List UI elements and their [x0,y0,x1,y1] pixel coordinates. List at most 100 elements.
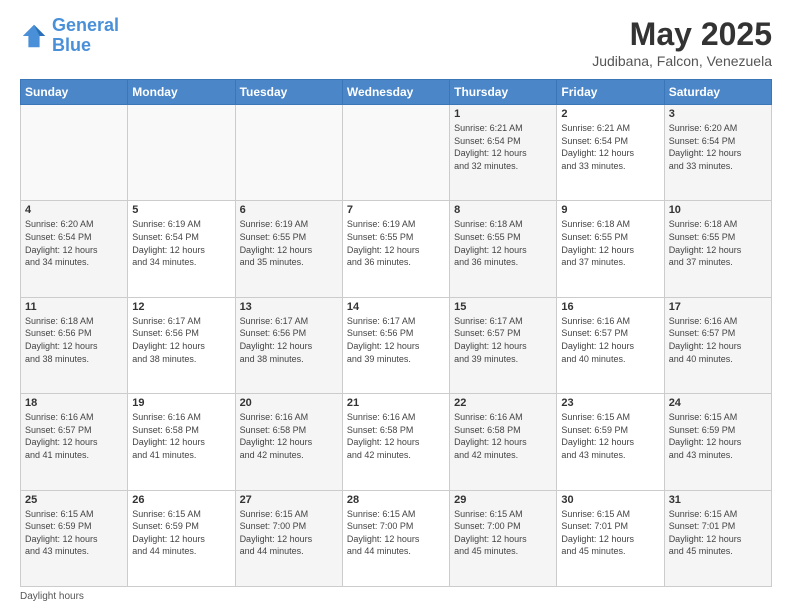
logo-blue: Blue [52,35,91,55]
week-row-3: 18Sunrise: 6:16 AM Sunset: 6:57 PM Dayli… [21,394,772,490]
day-info: Sunrise: 6:15 AM Sunset: 7:00 PM Dayligh… [454,508,552,558]
day-number: 2 [561,108,659,120]
calendar-cell: 4 Sunrise: 6:20 AM Sunset: 6:54 PM Daylig… [21,201,128,297]
calendar-cell: 23 Sunrise: 6:15 AM Sunset: 6:59 PM Dayli… [557,394,664,490]
day-number: 7 [347,204,445,216]
calendar-cell: 5 Sunrise: 6:19 AM Sunset: 6:54 PM Daylig… [128,201,235,297]
day-info: Sunrise: 6:18 AM Sunset: 6:55 PM Dayligh… [454,218,552,268]
day-number: 12 [132,301,230,313]
calendar-cell [128,105,235,201]
logo: General Blue [20,16,119,56]
day-number: 29 [454,494,552,506]
day-info: Sunrise: 6:21 AM Sunset: 6:54 PM Dayligh… [561,122,659,172]
day-number: 5 [132,204,230,216]
day-number: 9 [561,204,659,216]
weekday-header-thursday: Thursday [450,80,557,105]
day-number: 28 [347,494,445,506]
calendar-cell [342,105,449,201]
title-block: May 2025 Judibana, Falcon, Venezuela [592,16,772,69]
calendar-cell: 13Sunrise: 6:17 AM Sunset: 6:56 PM Dayli… [235,297,342,393]
weekday-header-sunday: Sunday [21,80,128,105]
day-number: 26 [132,494,230,506]
day-number: 4 [25,204,123,216]
day-info: Sunrise: 6:20 AM Sunset: 6:54 PM Dayligh… [25,218,123,268]
day-info: Sunrise: 6:15 AM Sunset: 7:01 PM Dayligh… [561,508,659,558]
day-number: 17 [669,301,767,313]
day-number: 18 [25,397,123,409]
day-number: 25 [25,494,123,506]
calendar-table: SundayMondayTuesdayWednesdayThursdayFrid… [20,79,772,587]
weekday-header-row: SundayMondayTuesdayWednesdayThursdayFrid… [21,80,772,105]
calendar-cell: 17 Sunrise: 6:16 AM Sunset: 6:57 PM Dayli… [664,297,771,393]
day-info: Sunrise: 6:16 AM Sunset: 6:57 PM Dayligh… [561,315,659,365]
day-number: 23 [561,397,659,409]
day-info: Sunrise: 6:15 AM Sunset: 7:00 PM Dayligh… [240,508,338,558]
page: General Blue May 2025 Judibana, Falcon, … [0,0,792,612]
day-info: Sunrise: 6:15 AM Sunset: 6:59 PM Dayligh… [561,411,659,461]
logo-icon [20,22,48,50]
day-info: Sunrise: 6:18 AM Sunset: 6:55 PM Dayligh… [669,218,767,268]
day-info: Sunrise: 6:15 AM Sunset: 6:59 PM Dayligh… [25,508,123,558]
day-info: Sunrise: 6:18 AM Sunset: 6:55 PM Dayligh… [561,218,659,268]
calendar-cell: 11 Sunrise: 6:18 AM Sunset: 6:56 PM Dayli… [21,297,128,393]
day-info: Sunrise: 6:15 AM Sunset: 7:00 PM Dayligh… [347,508,445,558]
day-number: 21 [347,397,445,409]
week-row-0: 1 Sunrise: 6:21 AM Sunset: 6:54 PM Daylig… [21,105,772,201]
day-number: 1 [454,108,552,120]
day-info: Sunrise: 6:15 AM Sunset: 7:01 PM Dayligh… [669,508,767,558]
calendar-cell: 14 Sunrise: 6:17 AM Sunset: 6:56 PM Dayli… [342,297,449,393]
calendar-cell: 28 Sunrise: 6:15 AM Sunset: 7:00 PM Dayli… [342,490,449,586]
day-number: 19 [132,397,230,409]
calendar-cell: 3Sunrise: 6:20 AM Sunset: 6:54 PM Daylig… [664,105,771,201]
calendar-cell [235,105,342,201]
calendar-cell: 31 Sunrise: 6:15 AM Sunset: 7:01 PM Dayli… [664,490,771,586]
calendar-cell: 9 Sunrise: 6:18 AM Sunset: 6:55 PM Daylig… [557,201,664,297]
day-info: Sunrise: 6:16 AM Sunset: 6:58 PM Dayligh… [347,411,445,461]
day-info: Sunrise: 6:15 AM Sunset: 6:59 PM Dayligh… [132,508,230,558]
day-number: 6 [240,204,338,216]
day-number: 27 [240,494,338,506]
calendar-cell: 16Sunrise: 6:16 AM Sunset: 6:57 PM Dayli… [557,297,664,393]
calendar-cell: 7Sunrise: 6:19 AM Sunset: 6:55 PM Daylig… [342,201,449,297]
weekday-header-saturday: Saturday [664,80,771,105]
calendar-cell: 25 Sunrise: 6:15 AM Sunset: 6:59 PM Dayli… [21,490,128,586]
logo-text: General Blue [52,16,119,56]
header: General Blue May 2025 Judibana, Falcon, … [20,16,772,69]
day-number: 20 [240,397,338,409]
day-number: 14 [347,301,445,313]
day-number: 30 [561,494,659,506]
day-info: Sunrise: 6:19 AM Sunset: 6:55 PM Dayligh… [240,218,338,268]
calendar-cell: 1Sunrise: 6:21 AM Sunset: 6:54 PM Daylig… [450,105,557,201]
calendar-cell: 19 Sunrise: 6:16 AM Sunset: 6:58 PM Dayli… [128,394,235,490]
location: Judibana, Falcon, Venezuela [592,53,772,69]
calendar-cell: 15 Sunrise: 6:17 AM Sunset: 6:57 PM Dayli… [450,297,557,393]
day-info: Sunrise: 6:18 AM Sunset: 6:56 PM Dayligh… [25,315,123,365]
day-info: Sunrise: 6:19 AM Sunset: 6:54 PM Dayligh… [132,218,230,268]
day-number: 10 [669,204,767,216]
day-number: 24 [669,397,767,409]
calendar-cell: 2 Sunrise: 6:21 AM Sunset: 6:54 PM Daylig… [557,105,664,201]
day-number: 15 [454,301,552,313]
footer-note: Daylight hours [20,591,772,602]
calendar-cell: 30 Sunrise: 6:15 AM Sunset: 7:01 PM Dayli… [557,490,664,586]
week-row-2: 11 Sunrise: 6:18 AM Sunset: 6:56 PM Dayli… [21,297,772,393]
day-info: Sunrise: 6:17 AM Sunset: 6:56 PM Dayligh… [240,315,338,365]
day-info: Sunrise: 6:16 AM Sunset: 6:58 PM Dayligh… [132,411,230,461]
calendar-cell: 26 Sunrise: 6:15 AM Sunset: 6:59 PM Dayli… [128,490,235,586]
day-info: Sunrise: 6:17 AM Sunset: 6:56 PM Dayligh… [347,315,445,365]
weekday-header-tuesday: Tuesday [235,80,342,105]
calendar-cell: 27 Sunrise: 6:15 AM Sunset: 7:00 PM Dayli… [235,490,342,586]
calendar-cell [21,105,128,201]
calendar-cell: 29 Sunrise: 6:15 AM Sunset: 7:00 PM Dayli… [450,490,557,586]
weekday-header-wednesday: Wednesday [342,80,449,105]
day-number: 31 [669,494,767,506]
day-info: Sunrise: 6:17 AM Sunset: 6:57 PM Dayligh… [454,315,552,365]
day-number: 11 [25,301,123,313]
logo-general: General [52,15,119,35]
calendar-cell: 22Sunrise: 6:16 AM Sunset: 6:58 PM Dayli… [450,394,557,490]
day-info: Sunrise: 6:16 AM Sunset: 6:57 PM Dayligh… [669,315,767,365]
calendar-cell: 24Sunrise: 6:15 AM Sunset: 6:59 PM Dayli… [664,394,771,490]
day-info: Sunrise: 6:17 AM Sunset: 6:56 PM Dayligh… [132,315,230,365]
calendar-cell: 8Sunrise: 6:18 AM Sunset: 6:55 PM Daylig… [450,201,557,297]
month-title: May 2025 [592,16,772,53]
